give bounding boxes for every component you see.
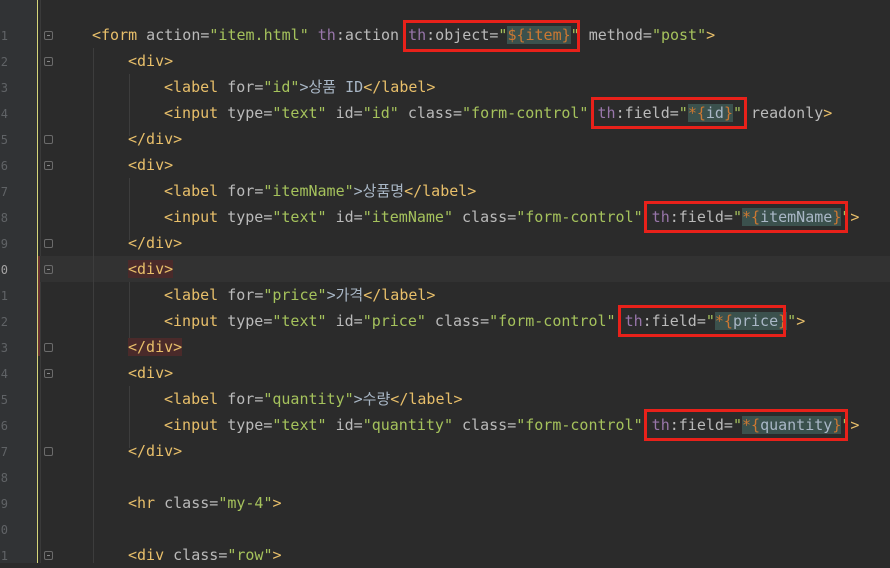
fold-end-icon[interactable] <box>44 343 53 352</box>
fold-toggle-icon[interactable] <box>44 57 53 66</box>
line-number: 9 <box>0 237 8 251</box>
fold-toggle-icon[interactable] <box>44 161 53 170</box>
line-number: 4 <box>0 367 8 381</box>
fold-end-icon[interactable] <box>44 135 53 144</box>
code-line-label-itemname[interactable]: <label for="itemName">상품명</label> <box>164 178 476 204</box>
line-number: 3 <box>0 341 8 355</box>
annotation-box-field-itemname <box>644 201 848 233</box>
code-line-label-id[interactable]: <label for="id">상품 ID</label> <box>164 74 435 100</box>
line-number: 1 <box>0 29 8 43</box>
code-line-div-close[interactable]: </div> <box>128 334 183 360</box>
line-number: 5 <box>0 133 8 147</box>
line-number: 2 <box>0 55 8 69</box>
fold-end-icon[interactable] <box>44 239 53 248</box>
code-line-div-open[interactable]: <div> <box>128 152 173 178</box>
fold-toggle-icon[interactable] <box>44 265 53 274</box>
code-line-div-open[interactable]: <div> <box>128 360 173 386</box>
code-line-div-row[interactable]: <div class="row"> <box>128 542 282 568</box>
code-line-div-close[interactable]: </div> <box>128 126 182 152</box>
vcs-change-marker <box>38 256 40 356</box>
line-number: 6 <box>0 159 8 173</box>
annotation-box-th-object <box>403 20 580 52</box>
annotation-box-field-price <box>618 305 786 337</box>
fold-toggle-icon[interactable] <box>44 369 53 378</box>
annotation-box-field-id <box>591 97 747 129</box>
fold-toggle-icon[interactable] <box>44 551 53 560</box>
code-line-hr[interactable]: <hr class="my-4"> <box>128 490 282 516</box>
code-line-label-price[interactable]: <label for="price">가격</label> <box>164 282 435 308</box>
code-line-label-quantity[interactable]: <label for="quantity">수량</label> <box>164 386 463 412</box>
line-number: 1 <box>0 549 8 563</box>
fold-toggle-icon[interactable] <box>44 31 53 40</box>
line-number: 7 <box>0 445 8 459</box>
line-number: 6 <box>0 419 8 433</box>
code-line-div-open[interactable]: <div> <box>128 48 173 74</box>
line-number: 0 <box>0 263 8 277</box>
line-number: 8 <box>0 471 8 485</box>
line-number: 3 <box>0 81 8 95</box>
line-number: 1 <box>0 289 8 303</box>
line-number: 2 <box>0 315 8 329</box>
annotation-box-field-quantity <box>644 409 848 441</box>
line-number: 5 <box>0 393 8 407</box>
fold-end-icon[interactable] <box>44 447 53 456</box>
indent-guide <box>93 48 94 563</box>
code-line-div-close[interactable]: </div> <box>128 438 182 464</box>
line-number: 4 <box>0 107 8 121</box>
code-line-div-close[interactable]: </div> <box>128 230 182 256</box>
code-line-div-open[interactable]: <div> <box>128 256 174 282</box>
line-number: 8 <box>0 211 8 225</box>
line-number: 0 <box>0 523 8 537</box>
line-number: 7 <box>0 185 8 199</box>
line-number: 9 <box>0 497 8 511</box>
